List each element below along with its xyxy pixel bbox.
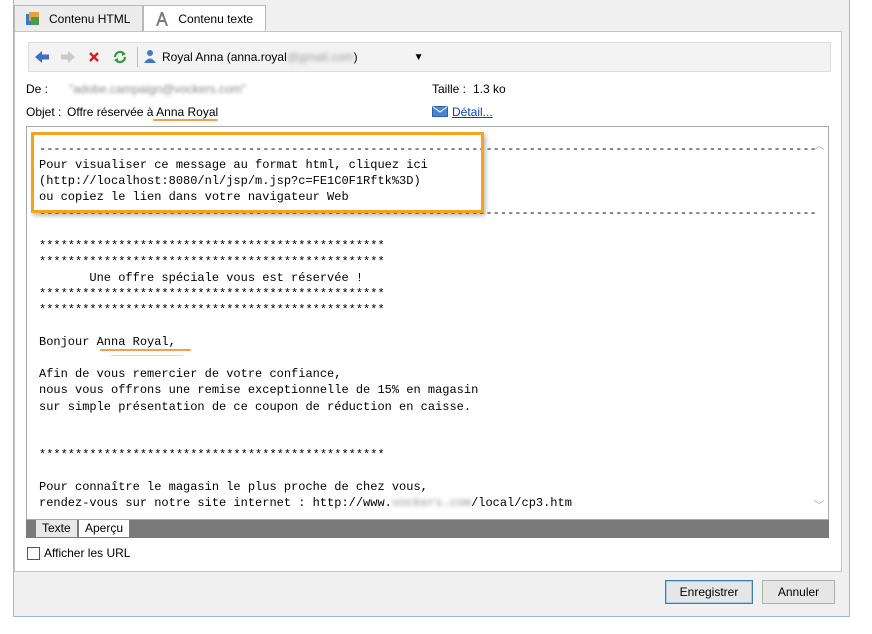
- cancel-button[interactable]: Annuler: [762, 580, 835, 604]
- content-panel: Royal Anna (anna.royal@gmail.com) ▼ De :…: [14, 31, 842, 572]
- envelope-icon: [432, 106, 448, 120]
- delete-x-icon[interactable]: [81, 44, 107, 70]
- content-tabs: Contenu HTML Contenu texte: [14, 5, 267, 32]
- greeting-name-highlight: [100, 349, 191, 351]
- arrow-right-icon[interactable]: [55, 44, 81, 70]
- refresh-icon[interactable]: [107, 44, 133, 70]
- show-urls-checkbox[interactable]: Afficher les URL: [27, 546, 130, 560]
- subject-label: Objet :: [26, 105, 62, 119]
- detail-link[interactable]: Détail...: [452, 105, 493, 119]
- message-text-area[interactable]: ----------------------------------------…: [26, 126, 829, 520]
- subject-name-highlight: [153, 119, 218, 121]
- html-content-icon: [25, 11, 41, 27]
- save-button[interactable]: Enregistrer: [665, 580, 753, 604]
- tab-text-content[interactable]: Contenu texte: [143, 5, 267, 32]
- tab-html-label: Contenu HTML: [49, 11, 131, 26]
- size-label: Taille :: [432, 82, 467, 96]
- show-urls-label: Afficher les URL: [44, 546, 131, 560]
- chevron-down-icon[interactable]: ▼: [414, 52, 424, 63]
- toolbar-separator: [137, 47, 138, 67]
- tab-text[interactable]: Texte: [36, 520, 77, 537]
- recipient-suffix: ): [353, 50, 358, 64]
- from-value: "adobe.campaign@vockers.com": [69, 82, 246, 96]
- cancel-button-label: Annuler: [777, 585, 820, 599]
- checkbox-box[interactable]: [27, 546, 40, 560]
- tab-preview[interactable]: Aperçu: [78, 520, 131, 538]
- scroll-up-icon[interactable]: ︿: [813, 137, 825, 152]
- recipient-selector[interactable]: Royal Anna (anna.royal@gmail.com) ▼: [144, 49, 424, 66]
- size-value: 1.3 ko: [473, 82, 506, 96]
- view-tabs: Texte Aperçu: [26, 520, 829, 538]
- save-button-label: Enregistrer: [679, 585, 739, 599]
- recipient-name: Royal Anna (anna.royal: [162, 50, 287, 64]
- subject-prefix: Offre réservée à: [67, 105, 157, 119]
- toolbar: Royal Anna (anna.royal@gmail.com) ▼: [28, 42, 831, 72]
- arrow-left-icon[interactable]: [29, 44, 55, 70]
- html-link-highlight: [31, 132, 484, 213]
- tab-html-content[interactable]: Contenu HTML: [14, 5, 144, 31]
- tab-text-label: Contenu texte: [178, 12, 254, 26]
- user-icon: [144, 49, 156, 66]
- url-suffix: /local/cp3.htm: [471, 496, 572, 511]
- url-blurred: vockers.com: [391, 496, 472, 511]
- recipient-text: Royal Anna (anna.royal@gmail.com): [162, 50, 358, 64]
- from-label: De :: [26, 82, 49, 96]
- scroll-down-icon[interactable]: ﹀: [813, 497, 825, 512]
- recipient-domain-blurred: @gmail.com: [286, 50, 354, 64]
- subject-value: Offre réservée à Anna Royal: [67, 105, 218, 119]
- subject-name: Anna Royal: [156, 105, 219, 119]
- text-content-icon: [154, 11, 170, 27]
- greeting-name-shadow: [111, 355, 183, 356]
